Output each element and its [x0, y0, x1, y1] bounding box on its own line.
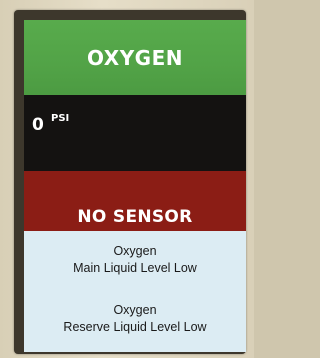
- gas-title-bar: OXYGEN: [24, 20, 246, 95]
- device-photo: OXYGEN 0 PSI NO SENSOR Oxygen Main Liqui…: [0, 0, 254, 358]
- gas-title: OXYGEN: [86, 45, 183, 70]
- alarm-banner: NO SENSOR: [24, 171, 246, 231]
- message-title: Oxygen: [113, 244, 157, 258]
- message-text: Main Liquid Level Low: [73, 261, 197, 275]
- message-title: Oxygen: [113, 303, 157, 317]
- display-screen: OXYGEN 0 PSI NO SENSOR Oxygen Main Liqui…: [24, 20, 246, 352]
- message-text: Reserve Liquid Level Low: [63, 320, 207, 334]
- pressure-value: 0: [32, 115, 44, 135]
- pressure-unit: PSI: [51, 113, 70, 124]
- message-item: Oxygen Main Liquid Level Low: [24, 243, 246, 277]
- message-panel: Oxygen Main Liquid Level Low Oxygen Rese…: [24, 231, 246, 352]
- alarm-status: NO SENSOR: [77, 207, 193, 227]
- message-item: Oxygen Reserve Liquid Level Low: [24, 302, 246, 336]
- pressure-panel: 0 PSI: [24, 95, 246, 171]
